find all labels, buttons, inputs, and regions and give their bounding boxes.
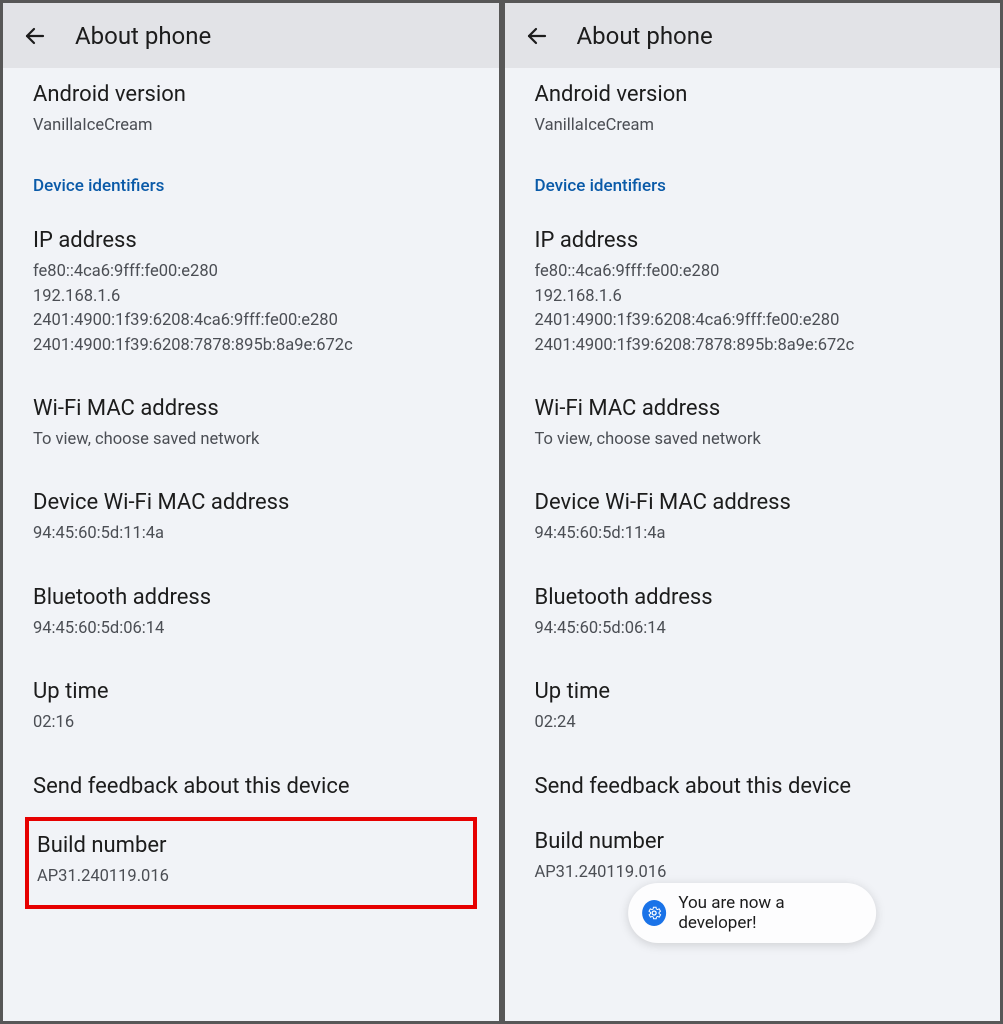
gear-icon: [642, 900, 666, 926]
android-version-value: VanillaIceCream: [535, 114, 971, 138]
android-version-value: VanillaIceCream: [33, 114, 469, 138]
header: About phone: [505, 3, 1001, 68]
ip-address-item[interactable]: IP address fe80::4ca6:9fff:fe00:e280 192…: [535, 228, 971, 358]
build-number-label: Build number: [535, 829, 971, 854]
back-arrow-icon[interactable]: [525, 24, 549, 48]
build-number-label: Build number: [37, 833, 465, 858]
uptime-label: Up time: [33, 679, 469, 704]
wifi-mac-value: To view, choose saved network: [33, 428, 469, 452]
build-number-item[interactable]: Build number AP31.240119.016: [25, 817, 477, 909]
ip-address-item[interactable]: IP address fe80::4ca6:9fff:fe00:e280 192…: [33, 228, 469, 358]
page-title: About phone: [75, 22, 211, 50]
page-title: About phone: [577, 22, 713, 50]
bluetooth-item[interactable]: Bluetooth address 94:45:60:5d:06:14: [33, 585, 469, 641]
content[interactable]: Android version VanillaIceCream Device i…: [505, 68, 1001, 1021]
content[interactable]: Android version VanillaIceCream Device i…: [3, 68, 499, 1021]
ip-address-label: IP address: [33, 228, 469, 253]
device-wifi-mac-item[interactable]: Device Wi-Fi MAC address 94:45:60:5d:11:…: [535, 490, 971, 546]
build-number-value: AP31.240119.016: [37, 865, 465, 889]
device-wifi-mac-value: 94:45:60:5d:11:4a: [535, 522, 971, 546]
device-wifi-mac-value: 94:45:60:5d:11:4a: [33, 522, 469, 546]
bluetooth-value: 94:45:60:5d:06:14: [33, 617, 469, 641]
wifi-mac-item[interactable]: Wi-Fi MAC address To view, choose saved …: [535, 396, 971, 452]
device-identifiers-header: Device identifiers: [33, 176, 469, 196]
android-version-item[interactable]: Android version VanillaIceCream: [535, 82, 971, 138]
ip-address-value: fe80::4ca6:9fff:fe00:e280 192.168.1.6 24…: [535, 260, 971, 358]
uptime-item[interactable]: Up time 02:24: [535, 679, 971, 735]
toast-text: You are now a developer!: [678, 893, 852, 933]
send-feedback-item[interactable]: Send feedback about this device: [33, 774, 469, 799]
uptime-value: 02:24: [535, 711, 971, 735]
device-wifi-mac-item[interactable]: Device Wi-Fi MAC address 94:45:60:5d:11:…: [33, 490, 469, 546]
build-number-value: AP31.240119.016: [535, 861, 971, 885]
wifi-mac-label: Wi-Fi MAC address: [535, 396, 971, 421]
ip-address-label: IP address: [535, 228, 971, 253]
send-feedback-item[interactable]: Send feedback about this device: [535, 774, 971, 799]
wifi-mac-item[interactable]: Wi-Fi MAC address To view, choose saved …: [33, 396, 469, 452]
back-arrow-icon[interactable]: [23, 24, 47, 48]
uptime-item[interactable]: Up time 02:16: [33, 679, 469, 735]
android-version-item[interactable]: Android version VanillaIceCream: [33, 82, 469, 138]
developer-toast: You are now a developer!: [628, 883, 876, 943]
uptime-label: Up time: [535, 679, 971, 704]
left-panel: About phone Android version VanillaIceCr…: [0, 0, 502, 1024]
wifi-mac-label: Wi-Fi MAC address: [33, 396, 469, 421]
header: About phone: [3, 3, 499, 68]
uptime-value: 02:16: [33, 711, 469, 735]
device-wifi-mac-label: Device Wi-Fi MAC address: [535, 490, 971, 515]
bluetooth-label: Bluetooth address: [33, 585, 469, 610]
ip-address-value: fe80::4ca6:9fff:fe00:e280 192.168.1.6 24…: [33, 260, 469, 358]
android-version-label: Android version: [33, 82, 469, 107]
bluetooth-value: 94:45:60:5d:06:14: [535, 617, 971, 641]
wifi-mac-value: To view, choose saved network: [535, 428, 971, 452]
right-panel: About phone Android version VanillaIceCr…: [502, 0, 1003, 1024]
android-version-label: Android version: [535, 82, 971, 107]
device-identifiers-header: Device identifiers: [535, 176, 971, 196]
bluetooth-label: Bluetooth address: [535, 585, 971, 610]
device-wifi-mac-label: Device Wi-Fi MAC address: [33, 490, 469, 515]
bluetooth-item[interactable]: Bluetooth address 94:45:60:5d:06:14: [535, 585, 971, 641]
